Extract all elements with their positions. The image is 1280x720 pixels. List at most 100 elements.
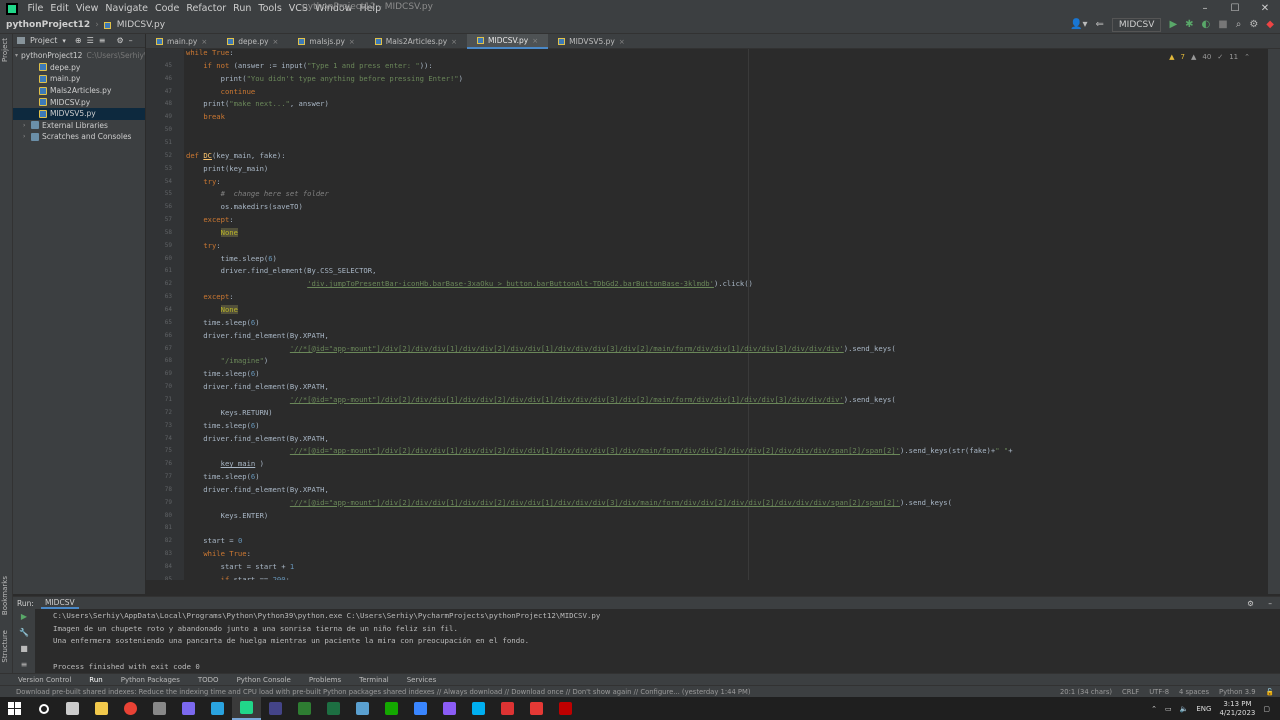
- status-message[interactable]: Download pre-built shared indexes: Reduc…: [16, 688, 751, 696]
- run-configuration-select[interactable]: MIDCSV: [1111, 18, 1162, 32]
- wrench-icon[interactable]: 🔧: [13, 625, 35, 641]
- close-icon[interactable]: ×: [619, 38, 625, 46]
- tree-library[interactable]: › External Libraries: [13, 120, 145, 132]
- menu-view[interactable]: View: [72, 3, 102, 14]
- code-line[interactable]: None: [186, 226, 238, 239]
- code-line[interactable]: driver.find_element(By.XPATH,: [186, 380, 329, 393]
- coverage-icon[interactable]: ◐: [1202, 19, 1211, 31]
- taskbar-app[interactable]: [145, 697, 174, 720]
- rerun-icon[interactable]: ▶: [13, 609, 35, 625]
- code-line[interactable]: try:: [186, 175, 220, 188]
- run-console[interactable]: ▶ 🔧 ■ ≡ C:\Users\Serhiy\AppData\Local\Pr…: [13, 609, 1280, 673]
- tree-file[interactable]: MIDCSV.py: [13, 96, 145, 108]
- code-line[interactable]: print("make next...", answer): [186, 97, 329, 110]
- file-encoding[interactable]: UTF-8: [1149, 688, 1169, 696]
- menu-navigate[interactable]: Navigate: [102, 3, 152, 14]
- tool-tab-problems[interactable]: Problems: [309, 676, 341, 684]
- chevron-right-icon[interactable]: ▾: [15, 52, 18, 59]
- close-icon[interactable]: ×: [273, 38, 279, 46]
- code-line[interactable]: None: [186, 303, 238, 316]
- editor-tab[interactable]: main.py ×: [146, 34, 217, 49]
- hide-icon[interactable]: –: [129, 35, 133, 47]
- code-line[interactable]: except:: [186, 290, 233, 303]
- taskbar-app[interactable]: [261, 697, 290, 720]
- code-line[interactable]: time.sleep(6): [186, 252, 277, 265]
- gear-icon[interactable]: ⚙: [1247, 599, 1254, 608]
- code-line[interactable]: print("You didn't type anything before p…: [186, 72, 463, 85]
- indent-setting[interactable]: 4 spaces: [1179, 688, 1209, 696]
- taskbar-app[interactable]: [87, 697, 116, 720]
- editor-tab[interactable]: MIDCSV.py ×: [467, 34, 549, 49]
- code-line[interactable]: "/imagine"): [186, 354, 269, 367]
- tool-tab-python-packages[interactable]: Python Packages: [121, 676, 180, 684]
- taskbar-app[interactable]: [406, 697, 435, 720]
- language-indicator[interactable]: ENG: [1196, 705, 1211, 713]
- close-icon[interactable]: ×: [532, 37, 538, 45]
- stop-icon[interactable]: ■: [1218, 19, 1227, 31]
- code-line[interactable]: '//*[@id="app-mount"]/div[2]/div/div[1]/…: [186, 496, 952, 509]
- code-line[interactable]: def DC(key_main, fake):: [186, 149, 286, 162]
- code-line[interactable]: time.sleep(6): [186, 367, 259, 380]
- tree-file[interactable]: MIDVSV5.py: [13, 107, 145, 120]
- collapse-all-icon[interactable]: ☰: [87, 35, 94, 47]
- code-line[interactable]: except:: [186, 213, 233, 226]
- chevron-right-icon[interactable]: ›: [23, 122, 31, 129]
- code-line[interactable]: '//*[@id="app-mount"]/div[2]/div/div[1]/…: [186, 393, 896, 406]
- expand-all-icon[interactable]: ≡: [99, 35, 106, 47]
- code-line[interactable]: Keys.ENTER): [186, 509, 269, 522]
- chevron-up-icon[interactable]: ⌃: [1151, 705, 1157, 713]
- taskbar-app[interactable]: [319, 697, 348, 720]
- locate-icon[interactable]: ⊕: [75, 35, 82, 47]
- taskbar-app[interactable]: [493, 697, 522, 720]
- hide-icon[interactable]: –: [1268, 599, 1272, 608]
- code-line[interactable]: 'div.jumpToPresentBar-iconHb.barBase-3xa…: [186, 277, 753, 290]
- close-icon[interactable]: ×: [349, 38, 355, 46]
- code-line[interactable]: time.sleep(6): [186, 316, 259, 329]
- code-line[interactable]: if not (answer := input("Type 1 and pres…: [186, 59, 432, 72]
- minimize-icon[interactable]: –: [1190, 0, 1220, 17]
- chevron-up-icon[interactable]: ⌃: [1244, 53, 1250, 61]
- tool-tab-python-console[interactable]: Python Console: [237, 676, 291, 684]
- taskbar-app[interactable]: [29, 697, 58, 720]
- code-line[interactable]: '//*[@id="app-mount"]/div[2]/div/div[1]/…: [186, 342, 896, 355]
- tool-tab-run[interactable]: Run: [89, 676, 102, 684]
- tree-folder[interactable]: ▾ pythonProject12 C:\Users\Serhiy\: [13, 50, 145, 62]
- taskbar-app[interactable]: [232, 697, 261, 720]
- breadcrumb-project[interactable]: pythonProject12: [0, 20, 90, 30]
- editor-tab[interactable]: malsjs.py ×: [288, 34, 364, 49]
- editor-tab[interactable]: Mals2Articles.py ×: [365, 34, 467, 49]
- search-everywhere-icon[interactable]: ⌕: [1236, 19, 1242, 31]
- code-line[interactable]: driver.find_element(By.XPATH,: [186, 329, 329, 342]
- taskbar-app[interactable]: [464, 697, 493, 720]
- code-line[interactable]: driver.find_element(By.XPATH,: [186, 432, 329, 445]
- settings-icon[interactable]: ⚙: [1249, 19, 1258, 31]
- lock-icon[interactable]: 🔓: [1266, 688, 1274, 696]
- code-line[interactable]: continue: [186, 85, 256, 98]
- code-line[interactable]: try:: [186, 239, 220, 252]
- menu-file[interactable]: File: [24, 3, 47, 14]
- code-line[interactable]: driver.find_element(By.CSS_SELECTOR,: [186, 264, 377, 277]
- structure-tool-window-button[interactable]: Structure: [1, 630, 9, 663]
- tool-tab-todo[interactable]: TODO: [198, 676, 219, 684]
- stop-icon[interactable]: ■: [13, 641, 35, 657]
- volume-icon[interactable]: 🔈: [1180, 705, 1189, 713]
- bookmarks-tool-window-button[interactable]: Bookmarks: [1, 576, 9, 615]
- code-line[interactable]: key_main ): [186, 457, 264, 470]
- taskbar-app[interactable]: [116, 697, 145, 720]
- network-icon[interactable]: ▭: [1165, 705, 1172, 713]
- code-line[interactable]: # change here set folder: [186, 187, 329, 200]
- code-line[interactable]: start = start + 1: [186, 560, 295, 573]
- caret-position[interactable]: 20:1 (34 chars): [1060, 688, 1112, 696]
- tree-file[interactable]: Mals2Articles.py: [13, 85, 145, 97]
- run-tab-midcsv[interactable]: MIDCSV: [41, 598, 79, 609]
- back-arrow-icon[interactable]: ⇐: [1096, 19, 1104, 31]
- tree-file[interactable]: depe.py: [13, 62, 145, 74]
- start-button[interactable]: [0, 697, 29, 720]
- clock[interactable]: 3:13 PM 4/21/2023: [1219, 700, 1255, 718]
- breadcrumb-file[interactable]: MIDCSV.py: [111, 20, 165, 30]
- menu-tools[interactable]: Tools: [255, 3, 285, 14]
- code-line[interactable]: print(key_main): [186, 162, 268, 175]
- taskbar-app[interactable]: [58, 697, 87, 720]
- maximize-icon[interactable]: ☐: [1220, 0, 1250, 17]
- debug-icon[interactable]: ✱: [1185, 19, 1193, 31]
